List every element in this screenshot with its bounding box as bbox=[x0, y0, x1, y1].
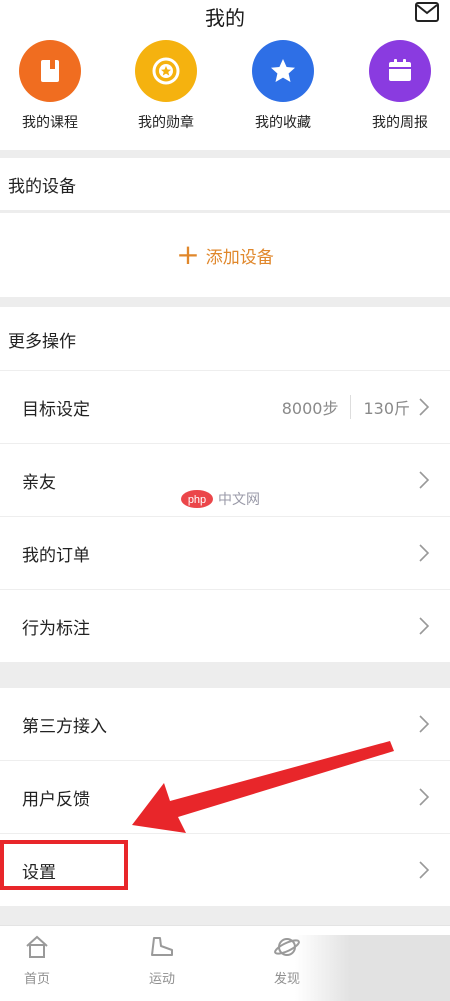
shortcut-label: 我的周报 bbox=[372, 115, 428, 131]
chevron-right-icon bbox=[419, 861, 430, 879]
separator bbox=[350, 395, 352, 419]
add-device-button[interactable]: + 添加设备 bbox=[0, 213, 450, 297]
row-behavior-tagging[interactable]: 行为标注 bbox=[0, 590, 450, 662]
chevron-right-icon bbox=[419, 471, 430, 489]
plus-icon: + bbox=[176, 238, 200, 271]
row-label: 目标设定 bbox=[22, 399, 90, 420]
star-icon bbox=[252, 40, 314, 102]
chevron-right-icon bbox=[419, 398, 430, 416]
section-title: 更多操作 bbox=[8, 331, 76, 352]
shortcut-my-weekly-report[interactable]: 我的周报 bbox=[350, 40, 450, 140]
red-arrow-annotation bbox=[132, 741, 394, 833]
tab-sports[interactable]: 运动 bbox=[117, 934, 207, 987]
row-label: 第三方接入 bbox=[22, 716, 107, 737]
shortcut-label: 我的勋章 bbox=[138, 115, 194, 131]
chevron-right-icon bbox=[419, 617, 430, 635]
row-label: 用户反馈 bbox=[22, 789, 90, 810]
watermark-text: 中文网 bbox=[218, 492, 260, 508]
section-title: 我的设备 bbox=[8, 176, 76, 197]
blurred-corner bbox=[295, 935, 450, 1001]
chevron-right-icon bbox=[419, 544, 430, 562]
tab-label: 运动 bbox=[148, 972, 175, 987]
profile-header: 我的 我的课程 我的勋章 我的收藏 我的周报 bbox=[0, 0, 450, 150]
page-title: 我的 bbox=[205, 6, 245, 30]
tab-label: 首页 bbox=[23, 972, 50, 987]
row-label: 我的订单 bbox=[22, 545, 90, 566]
mail-icon[interactable] bbox=[415, 2, 439, 22]
row-goal-setting[interactable]: 目标设定 8000步 130斤 bbox=[0, 371, 450, 443]
row-my-orders[interactable]: 我的订单 bbox=[0, 517, 450, 589]
chevron-right-icon bbox=[419, 715, 430, 733]
php-logo-icon: php bbox=[181, 490, 213, 508]
medal-icon bbox=[135, 40, 197, 102]
watermark-brand: php bbox=[188, 494, 206, 506]
settings-highlight-box bbox=[0, 840, 128, 890]
section-more-actions: 更多操作 bbox=[0, 307, 450, 371]
course-icon bbox=[19, 40, 81, 102]
tab-home[interactable]: 首页 bbox=[0, 934, 82, 987]
goal-values: 8000步 130斤 bbox=[282, 395, 410, 419]
shortcut-my-courses[interactable]: 我的课程 bbox=[0, 40, 100, 140]
home-icon bbox=[26, 935, 48, 958]
section-my-devices: 我的设备 bbox=[0, 158, 450, 210]
shortcut-label: 我的课程 bbox=[22, 115, 78, 131]
shortcut-my-medals[interactable]: 我的勋章 bbox=[116, 40, 216, 140]
row-label: 行为标注 bbox=[22, 618, 90, 639]
shortcut-my-favorites[interactable]: 我的收藏 bbox=[233, 40, 333, 140]
goal-weight: 130斤 bbox=[363, 399, 410, 418]
shortcut-label: 我的收藏 bbox=[255, 115, 311, 131]
row-label: 亲友 bbox=[22, 472, 56, 493]
add-device-label: 添加设备 bbox=[205, 247, 274, 268]
shoe-icon bbox=[151, 937, 173, 956]
calendar-icon bbox=[369, 40, 431, 102]
watermark: php 中文网 bbox=[180, 488, 272, 510]
goal-steps: 8000步 bbox=[281, 399, 339, 418]
chevron-right-icon bbox=[419, 788, 430, 806]
